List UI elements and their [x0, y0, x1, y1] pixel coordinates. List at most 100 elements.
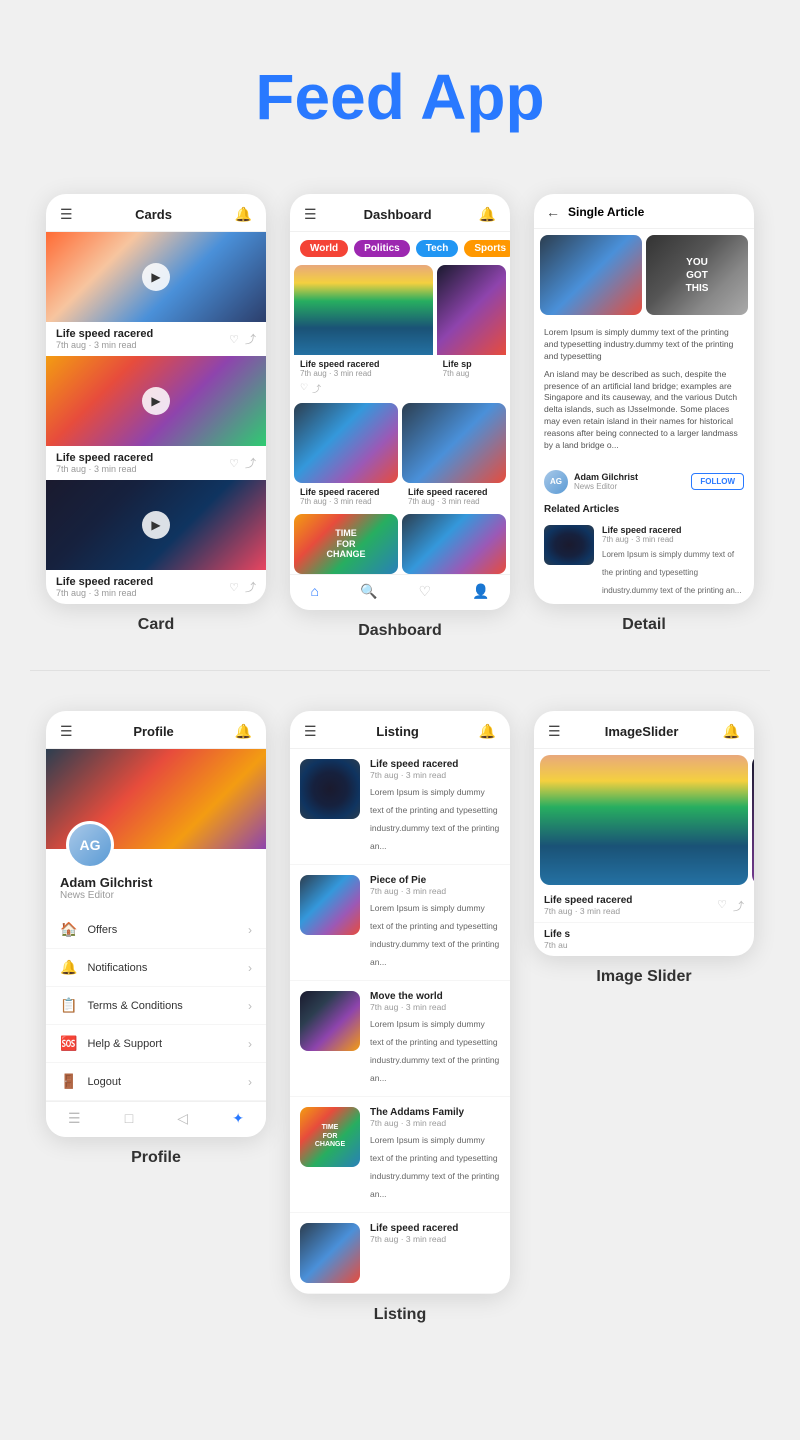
detail-phone-header: ← Single Article [534, 194, 754, 229]
pill-politics[interactable]: Politics [354, 240, 410, 257]
card-title-1: Life speed racered [56, 328, 229, 340]
related-desc: Lorem Ipsum is simply dummy text of the … [602, 550, 741, 595]
row-divider [30, 670, 770, 671]
listing-image-1 [300, 759, 360, 819]
logout-icon: 🚪 [60, 1073, 77, 1090]
dash-big-actions: ♡ ⤴ [294, 382, 433, 399]
category-pills: World Politics Tech Sports [290, 232, 510, 265]
listing-item-4: TIMEFORCHANGE The Addams Family 7th aug … [290, 1097, 510, 1213]
listing-item-2: Piece of Pie 7th aug · 3 min read Lorem … [290, 865, 510, 981]
menu-terms[interactable]: 📋 Terms & Conditions › [46, 987, 266, 1025]
dash-big-image [294, 265, 433, 355]
nav-search-icon[interactable]: 🔍 [360, 583, 377, 600]
play-button-2[interactable]: ▶ [142, 387, 170, 415]
listing-title-4: The Addams Family [370, 1107, 500, 1118]
menu-offers[interactable]: 🏠 Offers › [46, 911, 266, 949]
slider-row [534, 749, 754, 891]
dashboard-hamburger-icon[interactable]: ☰ [304, 206, 317, 223]
card-info-1: Life speed racered 7th aug · 3 min read … [46, 322, 266, 356]
dash-share-icon[interactable]: ⤴ [312, 382, 321, 395]
card-phone: ☰ Cards 🔔 ▶ Life speed racered 7th aug ·… [46, 194, 266, 604]
card-item-1: ▶ Life speed racered 7th aug · 3 min rea… [46, 232, 266, 356]
profile-nav-menu[interactable]: ☰ [68, 1110, 81, 1127]
dash-small-image [437, 265, 506, 355]
menu-logout[interactable]: 🚪 Logout › [46, 1063, 266, 1101]
dashboard-bell-icon[interactable]: 🔔 [479, 206, 496, 223]
title-blue: App [420, 61, 544, 133]
profile-hamburger-icon[interactable]: ☰ [60, 723, 73, 740]
imageslider-body: Life speed racered 7th aug · 3 min read … [534, 749, 754, 956]
dashboard-screen-col: ☰ Dashboard 🔔 World Politics Tech Sports… [290, 194, 510, 640]
listing-meta-3: 7th aug · 3 min read [370, 1002, 500, 1012]
card-label: Card [46, 604, 266, 634]
follow-button[interactable]: FOLLOW [691, 473, 744, 490]
menu-terms-left: 📋 Terms & Conditions [60, 997, 183, 1014]
dash-bottom-right-card: Life speed racered 7th aug · 3 min read [402, 403, 506, 510]
menu-help[interactable]: 🆘 Help & Support › [46, 1025, 266, 1063]
listing-item-3: Move the world 7th aug · 3 min read Lore… [290, 981, 510, 1097]
card-image-3: ▶ [46, 480, 266, 570]
dash-bottom-left-meta: 7th aug · 3 min read [300, 497, 392, 506]
offers-icon: 🏠 [60, 921, 77, 938]
share-icon-2[interactable]: ⤴ [245, 455, 256, 471]
share-icon-1[interactable]: ⤴ [245, 331, 256, 347]
profile-nav-bookmark[interactable]: □ [125, 1110, 133, 1127]
pill-tech[interactable]: Tech [416, 240, 459, 257]
help-label: Help & Support [87, 1038, 162, 1050]
related-image [544, 525, 594, 565]
listing-title: Listing [376, 724, 419, 739]
card-body: ▶ Life speed racered 7th aug · 3 min rea… [46, 232, 266, 604]
slider-info-1: Life speed racered 7th aug · 3 min read … [534, 891, 754, 922]
related-articles-title: Related Articles [534, 500, 754, 519]
menu-offers-left: 🏠 Offers [60, 921, 117, 938]
menu-logout-left: 🚪 Logout [60, 1073, 121, 1090]
share-icon-3[interactable]: ⤴ [245, 579, 256, 595]
imageslider-phone-header: ☰ ImageSlider 🔔 [534, 711, 754, 749]
slider-heart-icon[interactable]: ♡ [717, 898, 727, 914]
heart-icon-1[interactable]: ♡ [229, 333, 239, 346]
related-meta: 7th aug · 3 min read [602, 535, 744, 544]
help-icon: 🆘 [60, 1035, 77, 1052]
detail-images: YOUGOTTHIS [534, 229, 754, 321]
imageslider-bell-icon[interactable]: 🔔 [723, 723, 740, 740]
nav-home-icon[interactable]: ⌂ [311, 583, 319, 600]
listing-title-3: Move the world [370, 991, 500, 1002]
listing-screen-col: ☰ Listing 🔔 Life speed racered 7th aug ·… [290, 711, 510, 1324]
nav-heart-icon[interactable]: ♡ [418, 583, 431, 600]
listing-hamburger-icon[interactable]: ☰ [304, 723, 317, 740]
slider-info-2: Life s 7th au [534, 922, 754, 956]
slider-share-icon[interactable]: ⤴ [733, 898, 744, 914]
card-meta-2: 7th aug · 3 min read [56, 464, 229, 474]
dash-small-card: Life sp 7th aug [437, 265, 506, 399]
heart-icon-2[interactable]: ♡ [229, 457, 239, 470]
dash-bottom-right-info: Life speed racered 7th aug · 3 min read [402, 483, 506, 510]
profile-bg: AG [46, 749, 266, 849]
card-item-3: ▶ Life speed racered 7th aug · 3 min rea… [46, 480, 266, 604]
pill-sports[interactable]: Sports [464, 240, 510, 257]
card-image-1: ▶ [46, 232, 266, 322]
play-button-3[interactable]: ▶ [142, 511, 170, 539]
listing-bell-icon[interactable]: 🔔 [479, 723, 496, 740]
profile-bell-icon[interactable]: 🔔 [235, 723, 252, 740]
dash-heart-icon[interactable]: ♡ [300, 382, 308, 395]
play-button-1[interactable]: ▶ [142, 263, 170, 291]
hamburger-icon[interactable]: ☰ [60, 206, 73, 223]
imageslider-label: Image Slider [534, 956, 754, 986]
detail-image-1 [540, 235, 642, 315]
menu-notifications[interactable]: 🔔 Notifications › [46, 949, 266, 987]
author-role: News Editor [574, 482, 638, 491]
pill-world[interactable]: World [300, 240, 348, 257]
author-name: Adam Gilchrist [574, 472, 638, 482]
listing-title-2: Piece of Pie [370, 875, 500, 886]
bell-icon[interactable]: 🔔 [235, 206, 252, 223]
listing-item-5: Life speed racered 7th aug · 3 min read [290, 1213, 510, 1294]
profile-nav-back[interactable]: ◁ [177, 1110, 188, 1127]
nav-profile-icon[interactable]: 👤 [472, 583, 489, 600]
profile-nav-user[interactable]: ✦ [232, 1110, 244, 1127]
card-meta-3: 7th aug · 3 min read [56, 588, 229, 598]
imageslider-hamburger-icon[interactable]: ☰ [548, 723, 561, 740]
heart-icon-3[interactable]: ♡ [229, 581, 239, 594]
back-icon[interactable]: ← [546, 204, 560, 220]
listing-meta-5: 7th aug · 3 min read [370, 1234, 458, 1244]
listing-meta-4: 7th aug · 3 min read [370, 1118, 500, 1128]
